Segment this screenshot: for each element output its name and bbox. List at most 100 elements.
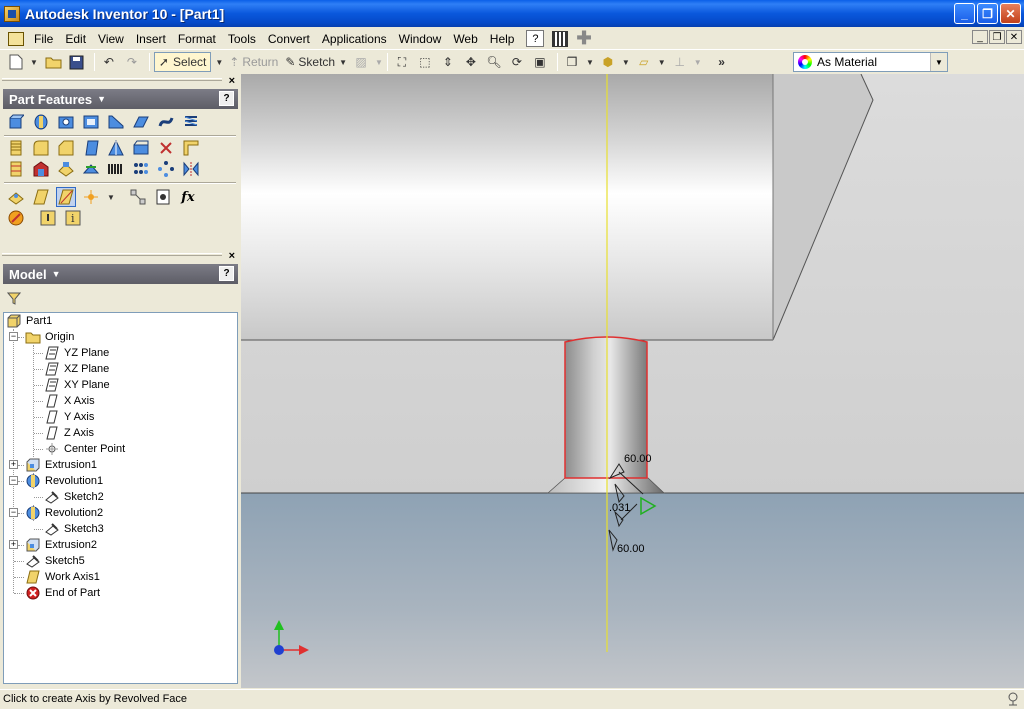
zoom-all-icon[interactable]: ⛶ [392, 52, 412, 72]
mirror-icon[interactable] [181, 159, 201, 179]
help-icon[interactable]: ? [526, 30, 545, 47]
graphics-viewport[interactable]: 60.00 .031 60.00 [241, 74, 1024, 688]
work-point-icon[interactable] [81, 187, 101, 207]
parameters-icon[interactable] [153, 187, 173, 207]
tree-item-end-of-part[interactable]: End of Part [25, 585, 100, 601]
pin-chamfer-face[interactable] [546, 477, 666, 494]
coil-icon[interactable] [181, 112, 201, 132]
rib-icon[interactable] [106, 112, 126, 132]
inventor-app-icon[interactable] [4, 5, 20, 22]
new-dropdown-icon[interactable]: ▼ [30, 58, 38, 67]
maximize-button[interactable]: ❐ [977, 3, 998, 24]
bend-part-icon[interactable] [131, 138, 151, 158]
shaded-dropdown-icon[interactable]: ▼ [622, 58, 630, 67]
save-icon[interactable] [67, 52, 87, 72]
tree-item-center-point[interactable]: Center Point [44, 441, 125, 457]
select-button[interactable]: ➚ Select [153, 52, 212, 72]
hierarchy-dropdown-icon[interactable]: ▼ [694, 58, 702, 67]
fillet-icon[interactable] [31, 138, 51, 158]
model-header[interactable]: Model ▼ ? [3, 264, 238, 284]
split-icon[interactable] [106, 138, 126, 158]
tree-item-y-axis[interactable]: Y Axis [44, 409, 94, 425]
material-dropdown-icon[interactable]: ▼ [930, 53, 947, 71]
collapse-revolution2-icon[interactable]: − [9, 508, 18, 517]
loft-icon[interactable] [131, 112, 151, 132]
menu-web[interactable]: Web [447, 29, 483, 49]
work-plane-icon[interactable] [6, 187, 26, 207]
document-icon[interactable] [8, 31, 24, 46]
delete-face-icon[interactable] [156, 138, 176, 158]
filter-icon[interactable] [6, 291, 22, 305]
new-file-icon[interactable] [6, 52, 26, 72]
tree-item-z-axis[interactable]: Z Axis [44, 425, 94, 441]
menu-help[interactable]: Help [484, 29, 521, 49]
circular-pattern-icon[interactable] [156, 159, 176, 179]
open-folder-icon[interactable] [44, 52, 64, 72]
collapse-revolution1-icon[interactable]: − [9, 476, 18, 485]
look-at-icon[interactable]: ▣ [530, 52, 550, 72]
doc-restore-button[interactable]: ❐ [989, 30, 1005, 44]
select-dropdown-icon[interactable]: ▼ [215, 58, 223, 67]
create-imate-icon[interactable] [106, 159, 126, 179]
corner-icon[interactable] [181, 138, 201, 158]
menu-edit[interactable]: Edit [59, 29, 92, 49]
rectangular-pattern-icon[interactable] [131, 159, 151, 179]
face-draft-icon[interactable] [81, 138, 101, 158]
tree-item-extrusion2[interactable]: Extrusion2 [25, 537, 97, 553]
panel-grip[interactable] [2, 78, 222, 81]
function-icon[interactable]: fx [178, 187, 198, 207]
revolve-icon[interactable] [31, 112, 51, 132]
hole-icon[interactable] [56, 112, 76, 132]
features-help-icon[interactable]: ? [219, 91, 234, 106]
main-cylinder-face[interactable] [241, 74, 773, 340]
tree-item-sketch5[interactable]: Sketch5 [25, 553, 85, 569]
stop-icon[interactable] [6, 208, 26, 228]
tree-item-sketch3[interactable]: Sketch3 [44, 521, 104, 537]
sketch-dropdown-icon[interactable]: ▼ [339, 58, 347, 67]
menu-convert[interactable]: Convert [262, 29, 316, 49]
decal-icon[interactable] [31, 159, 51, 179]
expand-extrusion1-icon[interactable]: + [9, 460, 18, 469]
zoom-selected-icon[interactable]: 🔍︎ [484, 52, 504, 72]
tree-item-origin[interactable]: Origin [25, 329, 74, 345]
menu-window[interactable]: Window [393, 29, 448, 49]
sketch-button[interactable]: ✎ Sketch [285, 52, 335, 72]
model-panel-close[interactable]: × [229, 250, 235, 262]
tree-item-revolution2[interactable]: Revolution2 [25, 505, 103, 521]
menu-view[interactable]: View [92, 29, 130, 49]
chamfer-icon[interactable] [56, 138, 76, 158]
zoom-icon[interactable]: ⇕ [438, 52, 458, 72]
material-select[interactable]: As Material ▼ [793, 52, 948, 72]
model-help-icon[interactable]: ? [219, 266, 234, 281]
minimize-button[interactable]: _ [954, 3, 975, 24]
info-icon[interactable]: i [63, 208, 83, 228]
tree-item-x-axis[interactable]: X Axis [44, 393, 95, 409]
sweep-icon[interactable] [156, 112, 176, 132]
shaded-display-icon[interactable]: ⬢ [598, 52, 618, 72]
doc-close-button[interactable]: ✕ [1006, 30, 1022, 44]
tree-item-work-axis1[interactable]: Work Axis1 [25, 569, 100, 585]
ground-plane-icon[interactable]: ▱ [634, 52, 654, 72]
collapse-origin-icon[interactable]: − [9, 332, 18, 341]
tree-item-yz-plane[interactable]: YZ Plane [44, 345, 109, 361]
update-icon[interactable]: ▨ [351, 52, 371, 72]
shell-icon[interactable] [81, 112, 101, 132]
undo-icon[interactable]: ↶ [99, 52, 119, 72]
tree-item-revolution1[interactable]: Revolution1 [25, 473, 103, 489]
menu-file[interactable]: File [28, 29, 59, 49]
rotate-icon[interactable]: ⟳ [507, 52, 527, 72]
tree-item-xz-plane[interactable]: XZ Plane [44, 361, 109, 377]
toolbar-expand-icon[interactable]: » [712, 52, 732, 72]
display-mode-icon[interactable]: ❒ [562, 52, 582, 72]
zoom-window-icon[interactable]: ⬚ [415, 52, 435, 72]
menu-tools[interactable]: Tools [222, 29, 262, 49]
work-feature-icon[interactable] [31, 187, 51, 207]
thread-icon[interactable] [6, 138, 26, 158]
tree-item-xy-plane[interactable]: XY Plane [44, 377, 110, 393]
menu-applications[interactable]: Applications [316, 29, 393, 49]
replace-face-icon[interactable] [81, 159, 101, 179]
emboss-icon[interactable] [6, 159, 26, 179]
tree-item-sketch2[interactable]: Sketch2 [44, 489, 104, 505]
add-icon[interactable]: ✚ [576, 28, 591, 49]
expand-extrusion2-icon[interactable]: + [9, 540, 18, 549]
